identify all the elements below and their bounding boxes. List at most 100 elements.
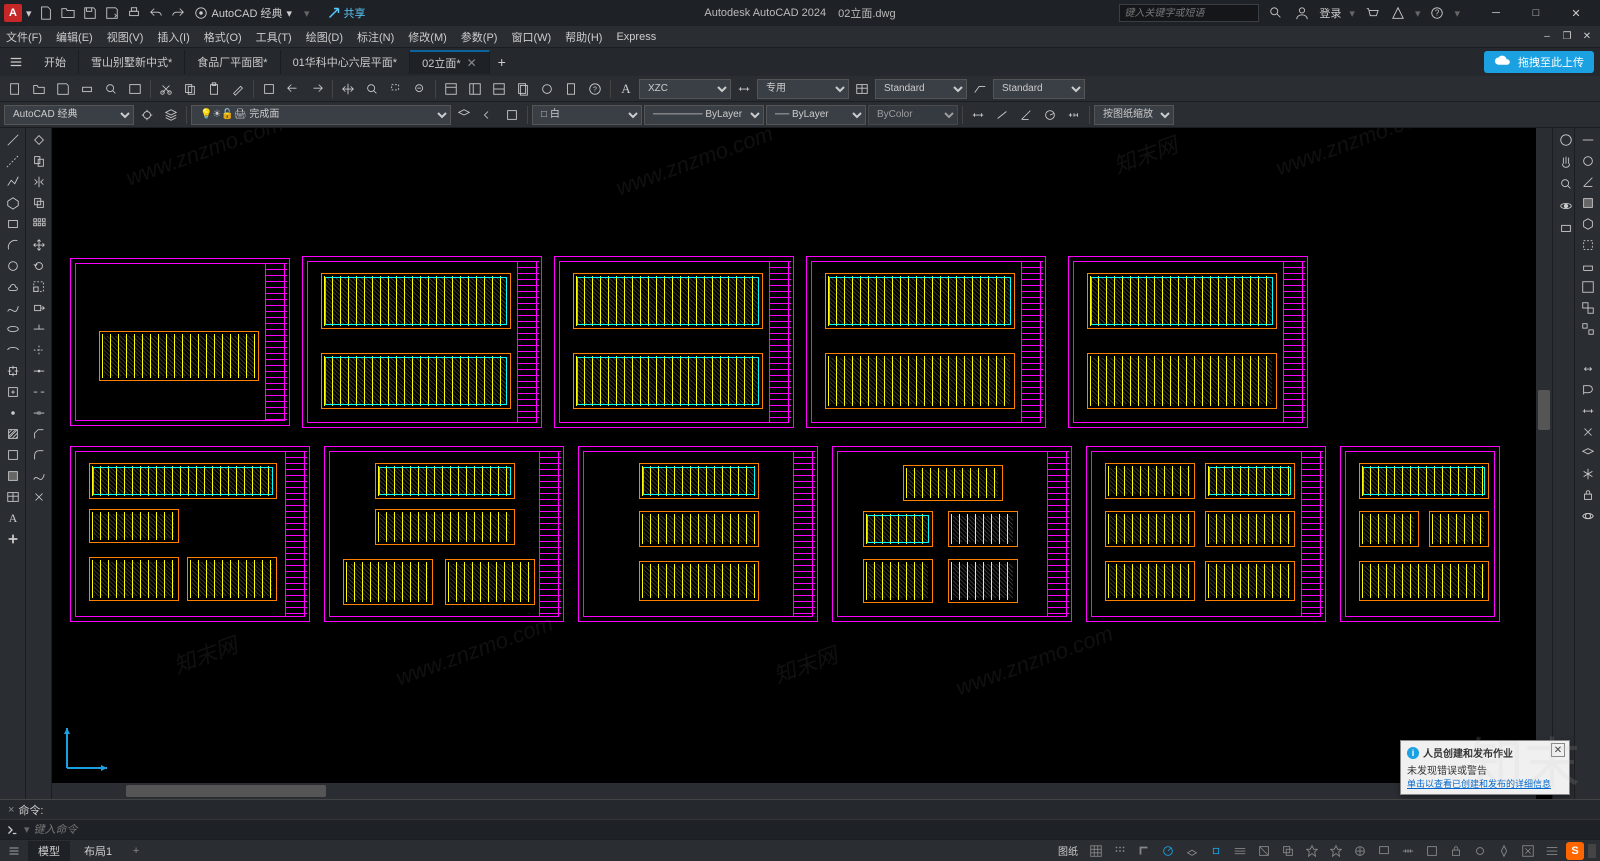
drawing-canvas[interactable]: www.znzmo.com www.znzmo.com 知末网 www.znzm… (52, 128, 1552, 799)
save-icon[interactable] (80, 3, 100, 23)
paste-icon[interactable] (203, 78, 225, 100)
menu-window[interactable]: 窗口(W) (511, 29, 551, 45)
save-icon[interactable] (52, 78, 74, 100)
menu-modify[interactable]: 修改(M) (408, 29, 447, 45)
redo-icon[interactable] (306, 78, 328, 100)
start-menu-icon[interactable] (6, 52, 26, 72)
erase-icon[interactable] (28, 130, 50, 150)
add-layout-icon[interactable]: + (126, 842, 146, 860)
tablestyle-select[interactable]: Standard (875, 79, 967, 99)
cut-icon[interactable] (155, 78, 177, 100)
textstyle-icon[interactable]: A (615, 78, 637, 100)
break-point-icon[interactable] (28, 361, 50, 381)
mleaderstyle-icon[interactable] (969, 78, 991, 100)
angle-measure-icon[interactable] (1577, 172, 1599, 192)
make-block-icon[interactable] (2, 382, 24, 402)
polyline-icon[interactable] (2, 172, 24, 192)
login-dropdown-icon[interactable]: ▾ (1349, 7, 1355, 20)
chamfer-icon[interactable] (28, 424, 50, 444)
publish-icon[interactable] (124, 78, 146, 100)
gradient-icon[interactable] (2, 445, 24, 465)
drawing-frame[interactable] (806, 256, 1046, 428)
setvar-icon[interactable] (1577, 256, 1599, 276)
layout-menu-icon[interactable] (4, 842, 24, 860)
menu-view[interactable]: 视图(V) (107, 29, 144, 45)
drawing-frame[interactable] (1340, 446, 1500, 622)
lineweight-display-icon[interactable] (1230, 842, 1250, 860)
arc-icon[interactable] (2, 235, 24, 255)
cart-icon[interactable] (1363, 4, 1381, 22)
isolate-objects-icon[interactable] (1470, 842, 1490, 860)
user-icon[interactable] (1293, 4, 1311, 22)
drawing-frame[interactable] (70, 446, 310, 622)
autodesk-icon[interactable] (1389, 4, 1407, 22)
units-icon[interactable] (1398, 842, 1418, 860)
insert-block-icon[interactable] (2, 361, 24, 381)
mirror-icon[interactable] (28, 172, 50, 192)
copy-icon[interactable] (28, 151, 50, 171)
circle-icon[interactable] (2, 256, 24, 276)
menu-dimension[interactable]: 标注(N) (357, 29, 394, 45)
lock-ui-icon[interactable] (1446, 842, 1466, 860)
grid-icon[interactable] (1086, 842, 1106, 860)
rectangle-icon[interactable] (2, 214, 24, 234)
vertical-scrollbar[interactable] (1536, 128, 1552, 783)
polygon-icon[interactable] (2, 193, 24, 213)
help-dropdown-icon[interactable]: ▾ (1454, 7, 1460, 20)
filetab-3[interactable]: 01华科中心六层平面* (281, 50, 411, 74)
help-icon[interactable]: ? (1428, 4, 1446, 22)
drawing-frame[interactable] (324, 446, 564, 622)
point-icon[interactable] (2, 403, 24, 423)
linetype-select[interactable]: ─────── ByLayer (644, 105, 764, 125)
drawing-frame[interactable] (70, 258, 290, 426)
ellipse-arc-icon[interactable] (2, 340, 24, 360)
construction-line-icon[interactable] (2, 151, 24, 171)
workspace-select[interactable]: AutoCAD 经典 (4, 105, 134, 125)
close-button[interactable]: ✕ (1556, 0, 1596, 26)
polar-icon[interactable] (1158, 842, 1178, 860)
textstyle-select[interactable]: XZC (639, 79, 731, 99)
toolpalette-icon[interactable] (488, 78, 510, 100)
join-icon[interactable] (28, 403, 50, 423)
region-icon[interactable] (2, 466, 24, 486)
annotation-visibility-icon[interactable] (1326, 842, 1346, 860)
login-label[interactable]: 登录 (1319, 5, 1341, 21)
layer-lock-icon[interactable] (1577, 485, 1599, 505)
quick-properties-icon[interactable] (1422, 842, 1442, 860)
scale-icon[interactable] (28, 277, 50, 297)
resize-grip[interactable] (1588, 844, 1596, 858)
annoscale-select[interactable]: 按图纸缩放 (1094, 105, 1174, 125)
filetab-2[interactable]: 食品厂平面图* (185, 50, 280, 74)
mdi-minimize-icon[interactable]: – (1540, 30, 1554, 44)
line-icon[interactable] (2, 130, 24, 150)
distance-icon[interactable] (1577, 130, 1599, 150)
mleaderstyle-select[interactable]: Standard (993, 79, 1085, 99)
workspace-settings-icon[interactable] (136, 104, 158, 126)
ungroup-icon[interactable] (1577, 319, 1599, 339)
revcloud-icon[interactable] (2, 277, 24, 297)
snap-icon[interactable] (1110, 842, 1130, 860)
filetab-start[interactable]: 开始 (32, 50, 79, 74)
offset-icon[interactable] (28, 193, 50, 213)
isodraft-icon[interactable] (1182, 842, 1202, 860)
print-icon[interactable] (76, 78, 98, 100)
ucs-icon[interactable] (62, 723, 112, 773)
preview-icon[interactable] (100, 78, 122, 100)
fillet-icon[interactable] (28, 445, 50, 465)
open-icon[interactable] (28, 78, 50, 100)
menu-parametric[interactable]: 参数(P) (461, 29, 498, 45)
designcenter-icon[interactable] (464, 78, 486, 100)
model-tab[interactable]: 模型 (28, 841, 70, 861)
command-dropdown-icon[interactable]: ▾ (24, 823, 30, 836)
app-menu-arrow[interactable]: ▾ (26, 7, 32, 20)
transparency-icon[interactable] (1254, 842, 1274, 860)
ortho-icon[interactable] (1134, 842, 1154, 860)
block-icon[interactable] (258, 78, 280, 100)
stretch-icon[interactable] (28, 298, 50, 318)
notif-close-icon[interactable]: ✕ (1551, 743, 1565, 757)
print-icon[interactable] (124, 3, 144, 23)
app-logo[interactable]: A (4, 4, 22, 22)
extend-icon[interactable] (28, 340, 50, 360)
delconstraint-icon[interactable] (1577, 422, 1599, 442)
layer-select[interactable]: 💡☀🔓🖨 完成面 (191, 105, 451, 125)
